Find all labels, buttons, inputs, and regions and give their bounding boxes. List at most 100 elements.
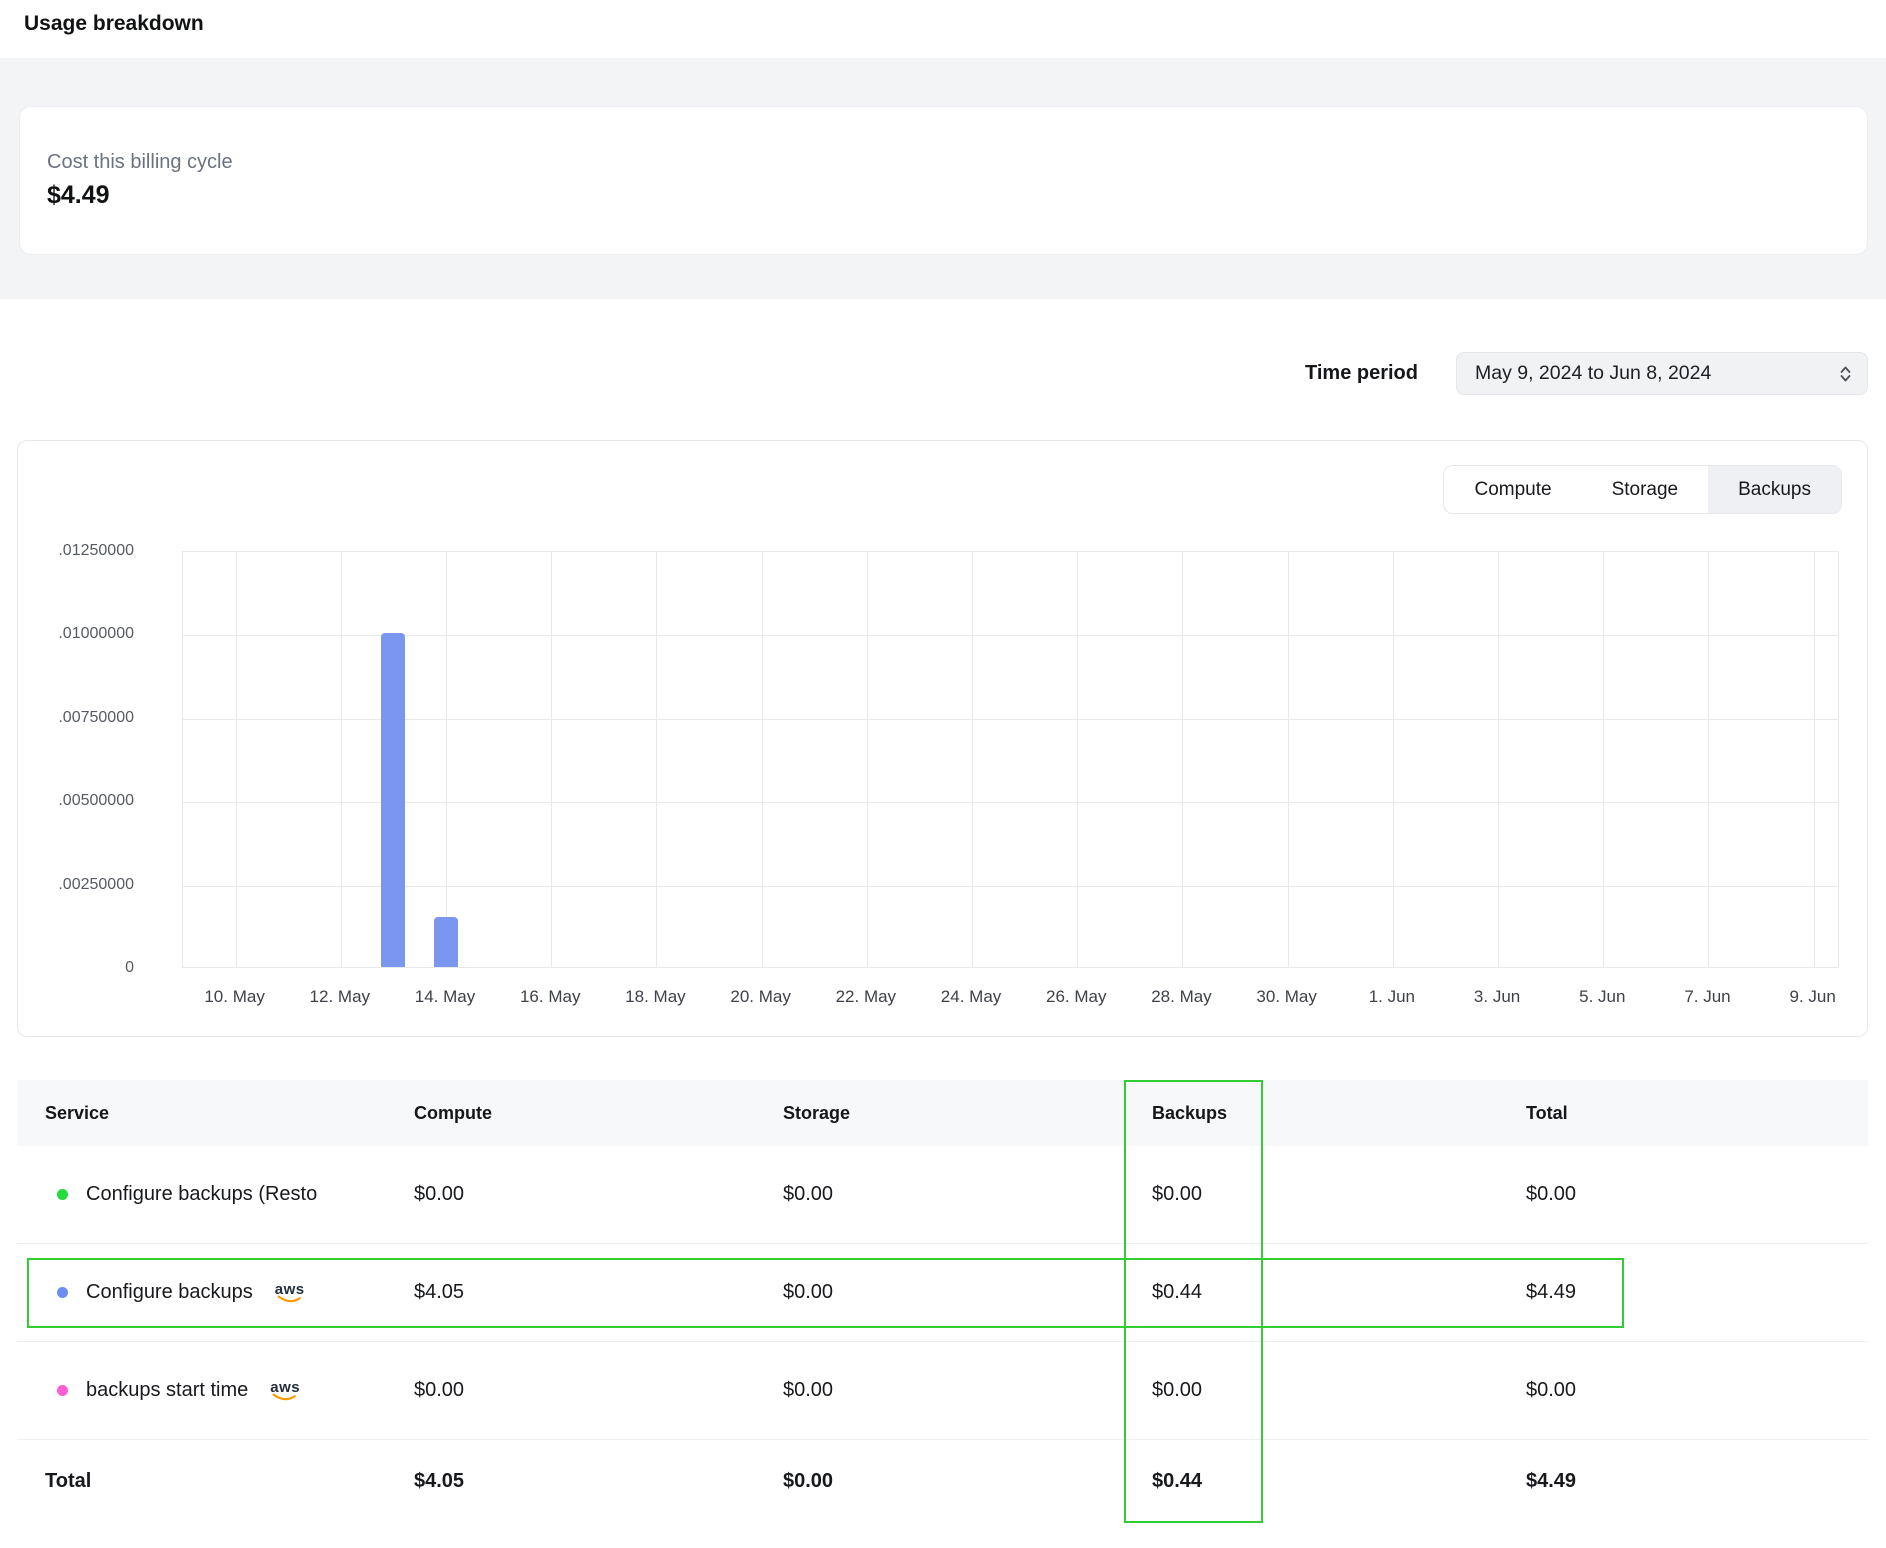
total-compute-value: $4.05 [414,1470,783,1493]
cost-card-value: $4.49 [47,180,1867,210]
column-header-total: Total [1526,1103,1868,1124]
v-gridline [551,552,552,967]
updown-chevron-icon [1838,364,1853,384]
usage-table-body: Configure backups (Resto$0.00$0.00$0.00$… [17,1146,1868,1440]
y-axis-tick-label: .00750000 [58,709,134,727]
page-title: Usage breakdown [0,0,1886,58]
table-total-row: Total $4.05 $0.00 $0.44 $4.49 [17,1440,1868,1523]
backups-value: $0.00 [1152,1379,1526,1402]
x-axis-tick-label: 30. May [1256,987,1316,1007]
service-cell: Configure backups (Resto [17,1183,414,1206]
usage-table: Service Compute Storage Backups Total Co… [17,1080,1868,1523]
x-axis-tick-label: 22. May [836,987,896,1007]
v-gridline [1498,552,1499,967]
tab-storage[interactable]: Storage [1582,466,1709,513]
backups-value: $0.44 [1152,1281,1526,1304]
cost-card: Cost this billing cycle $4.49 [19,106,1868,255]
service-cell: Configure backupsaws [17,1281,414,1304]
x-axis-tick-label: 18. May [625,987,685,1007]
compute-value: $4.05 [414,1281,783,1304]
y-axis-tick-label: .01250000 [58,542,134,560]
series-color-dot [57,1385,68,1396]
x-axis-tick-label: 16. May [520,987,580,1007]
x-axis-tick-label: 7. Jun [1684,987,1730,1007]
aws-logo-icon: aws [270,1380,300,1402]
chart-bar[interactable] [381,633,405,967]
storage-value: $0.00 [783,1183,1152,1206]
x-axis-tick-label: 12. May [310,987,370,1007]
v-gridline [1288,552,1289,967]
table-row: backups start timeaws$0.00$0.00$0.00$0.0… [17,1342,1868,1440]
h-gridline [183,719,1838,720]
series-color-dot [57,1189,68,1200]
total-value: $0.00 [1526,1379,1868,1402]
chart-plot-area [182,551,1839,968]
v-gridline [446,552,447,967]
compute-value: $0.00 [414,1379,783,1402]
v-gridline [236,552,237,967]
total-row-label: Total [17,1470,414,1493]
x-axis-tick-label: 9. Jun [1790,987,1836,1007]
y-axis-tick-label: .00500000 [58,792,134,810]
table-row: Configure backupsaws$4.05$0.00$0.44$4.49 [17,1244,1868,1342]
x-axis-tick-label: 28. May [1151,987,1211,1007]
storage-value: $0.00 [783,1281,1152,1304]
table-header-row: Service Compute Storage Backups Total [17,1080,1868,1146]
x-axis-tick-label: 3. Jun [1474,987,1520,1007]
cost-card-label: Cost this billing cycle [47,149,1867,175]
time-period-select[interactable]: May 9, 2024 to Jun 8, 2024 [1456,352,1868,395]
chart-y-axis-labels: .01250000.01000000.00750000.00500000.002… [18,551,134,968]
cost-summary-band: Cost this billing cycle $4.49 [0,58,1886,299]
time-period-value: May 9, 2024 to Jun 8, 2024 [1475,362,1711,385]
backups-value: $0.00 [1152,1183,1526,1206]
service-name: Configure backups (Resto [86,1183,317,1206]
total-storage-value: $0.00 [783,1470,1152,1493]
v-gridline [867,552,868,967]
chart-x-axis-labels: 10. May 12. May 14. May 16. May 18. May 20. M… [182,987,1839,1013]
v-gridline [1603,552,1604,967]
total-value: $4.49 [1526,1281,1868,1304]
x-axis-tick-label: 24. May [941,987,1001,1007]
tab-backups[interactable]: Backups [1708,466,1841,513]
total-value: $0.00 [1526,1183,1868,1206]
time-period-label: Time period [1305,362,1418,385]
service-name: Configure backups [86,1281,253,1304]
v-gridline [1077,552,1078,967]
service-name: backups start time [86,1379,248,1402]
v-gridline [1393,552,1394,967]
h-gridline [183,802,1838,803]
compute-value: $0.00 [414,1183,783,1206]
y-axis-tick-label: .00250000 [58,876,134,894]
y-axis-tick-label: 0 [125,959,134,977]
v-gridline [1708,552,1709,967]
v-gridline [1182,552,1183,967]
v-gridline [656,552,657,967]
service-cell: backups start time aws [17,1379,414,1402]
column-header-service: Service [17,1103,414,1124]
v-gridline [1814,552,1815,967]
total-total-value: $4.49 [1526,1470,1868,1493]
time-period-row: Time period May 9, 2024 to Jun 8, 2024 [0,352,1886,395]
h-gridline [183,886,1838,887]
total-backups-value: $0.44 [1152,1470,1526,1493]
x-axis-tick-label: 1. Jun [1369,987,1415,1007]
column-header-backups: Backups [1152,1103,1526,1124]
chart-tab-group: ComputeStorageBackups [1443,465,1842,514]
tab-compute[interactable]: Compute [1444,466,1581,513]
x-axis-tick-label: 26. May [1046,987,1106,1007]
y-axis-tick-label: .01000000 [58,625,134,643]
column-header-storage: Storage [783,1103,1152,1124]
x-axis-tick-label: 10. May [204,987,264,1007]
x-axis-tick-label: 5. Jun [1579,987,1625,1007]
storage-value: $0.00 [783,1379,1152,1402]
h-gridline [183,635,1838,636]
series-color-dot [57,1287,68,1298]
v-gridline [762,552,763,967]
v-gridline [341,552,342,967]
x-axis-tick-label: 14. May [415,987,475,1007]
chart-bar[interactable] [434,917,458,967]
v-gridline [972,552,973,967]
column-header-compute: Compute [414,1103,783,1124]
table-row: Configure backups (Resto$0.00$0.00$0.00$… [17,1146,1868,1244]
x-axis-tick-label: 20. May [730,987,790,1007]
